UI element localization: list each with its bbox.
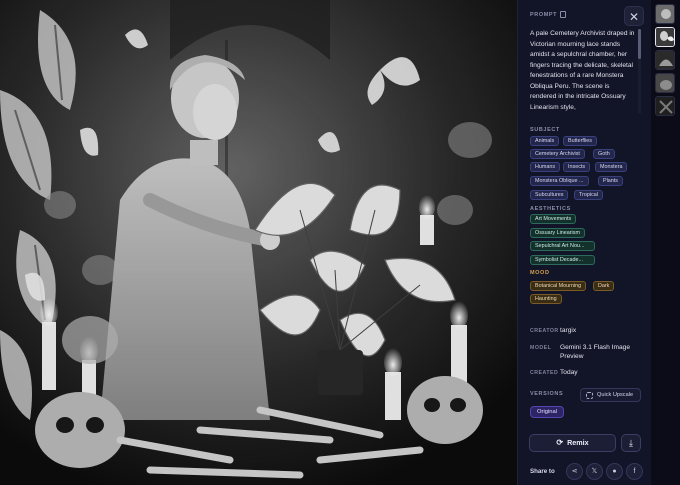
tag-mood[interactable]: Dark — [593, 281, 615, 291]
thumbnail[interactable] — [655, 50, 675, 70]
close-button[interactable]: ✕ — [624, 6, 644, 26]
upscale-icon — [586, 392, 593, 399]
share-reddit-button[interactable]: ● — [606, 463, 623, 480]
remix-button[interactable]: ⟳ Remix — [529, 434, 616, 452]
reddit-icon: ● — [612, 468, 617, 475]
thumbnail[interactable] — [655, 4, 675, 24]
version-thumbnail-strip — [651, 0, 680, 485]
tag-subject[interactable]: Cemetery Archivist — [530, 149, 585, 159]
tag-subject[interactable]: Humans — [530, 162, 561, 172]
tag-subject[interactable]: Subcultures — [530, 190, 569, 200]
tag-mood[interactable]: Haunting — [530, 294, 562, 304]
refresh-icon: ⟳ — [556, 438, 564, 447]
share-icon: ⋖ — [571, 468, 578, 475]
tag-aesthetic[interactable]: Sepulchral Art Nou... — [530, 241, 595, 251]
share-facebook-button[interactable]: f — [626, 463, 643, 480]
facebook-icon: f — [633, 468, 636, 475]
download-button[interactable]: ⤓ — [621, 434, 641, 452]
close-icon: ✕ — [628, 10, 640, 24]
model-value: Gemini 3.1 Flash Image Preview — [560, 344, 630, 360]
thumbnail[interactable] — [655, 73, 675, 93]
tag-subject[interactable]: Monstera — [595, 162, 628, 172]
tag-aesthetic[interactable]: Symbolist Decade... — [530, 255, 595, 265]
prompt-scrollbar[interactable] — [638, 29, 641, 114]
share-label: Share to — [530, 468, 555, 475]
tag-mood[interactable]: Botanical Mourning — [530, 281, 587, 291]
tag-subject[interactable]: Tropical — [574, 190, 603, 200]
thumbnail-active[interactable] — [655, 27, 675, 47]
quick-upscale-label: Quick Upscale — [597, 392, 634, 398]
tag-aesthetic[interactable]: Art Movements — [530, 214, 577, 224]
x-icon: 𝕏 — [591, 468, 598, 475]
tag-subject[interactable]: Plants — [598, 176, 623, 186]
prompt-text: A pale Cemetery Archivist draped in Vict… — [530, 30, 635, 111]
created-key: CREATED — [530, 370, 559, 376]
tag-subject[interactable]: Insects — [563, 162, 591, 172]
generated-image[interactable] — [0, 0, 517, 485]
tag-aesthetic[interactable]: Ossuary Linearism — [530, 228, 585, 238]
versions-label: VERSIONS — [530, 391, 564, 397]
subject-label: SUBJECT — [530, 127, 560, 133]
share-x-button[interactable]: 𝕏 — [586, 463, 603, 480]
share-button[interactable]: ⋖ — [566, 463, 583, 480]
mood-label: MOOD — [530, 270, 550, 276]
creator-value[interactable]: targix — [560, 326, 576, 335]
version-original-pill[interactable]: Original — [530, 406, 564, 418]
created-value: Today — [560, 369, 578, 376]
remix-label: Remix — [567, 438, 589, 447]
thumbnail[interactable] — [655, 96, 675, 116]
creator-key: CREATOR — [530, 328, 559, 334]
copy-icon[interactable] — [560, 11, 566, 18]
tag-subject[interactable]: Monstera Oblique ... — [530, 176, 589, 186]
prompt-label: PROMPT — [530, 12, 558, 18]
tag-subject[interactable]: Goth — [593, 149, 615, 159]
tag-subject[interactable]: Butterflies — [563, 136, 597, 146]
download-icon: ⤓ — [629, 438, 633, 448]
quick-upscale-button[interactable]: Quick Upscale — [580, 388, 641, 402]
aesthetics-label: AESTHETICS — [530, 206, 571, 212]
model-key: MODEL — [530, 345, 552, 351]
tag-subject[interactable]: Animals — [530, 136, 560, 146]
prompt-scrollbar-thumb[interactable] — [638, 29, 641, 59]
